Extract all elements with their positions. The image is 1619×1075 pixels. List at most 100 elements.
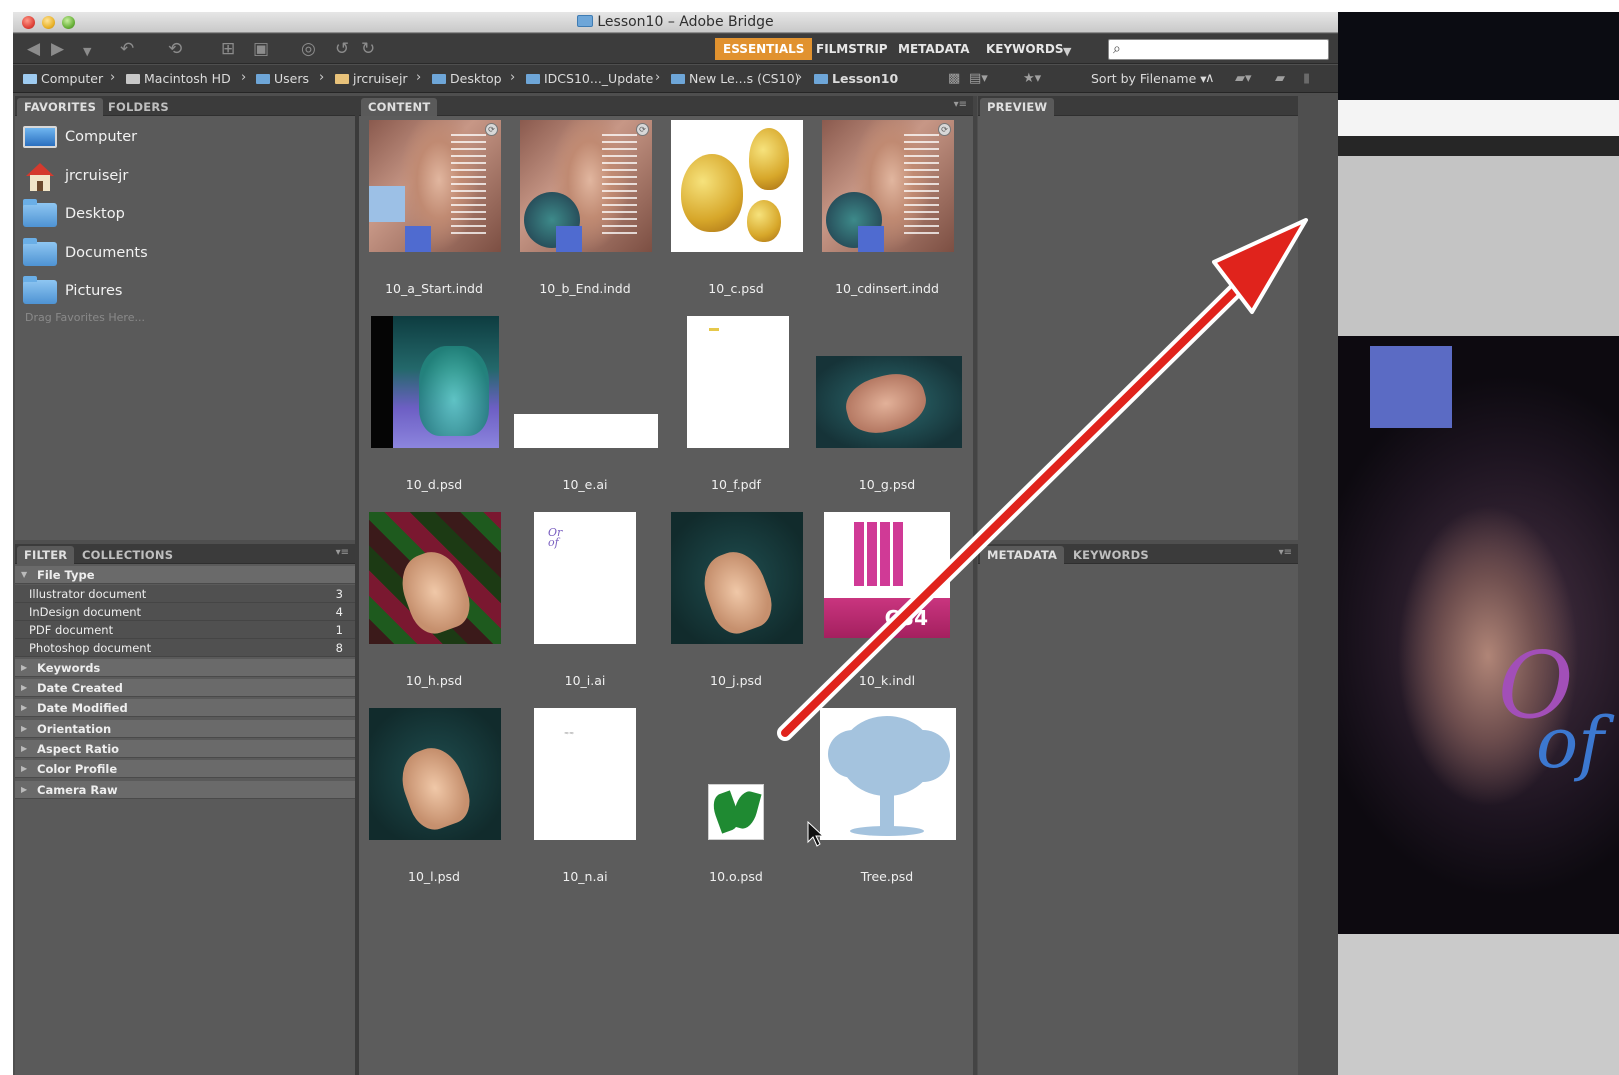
rotate-right-icon[interactable]: ↻ xyxy=(361,39,375,59)
workspace-keywords[interactable]: KEYWORDS xyxy=(978,38,1071,60)
metadata-panel-tabs: METADATA KEYWORDS ▾≡ xyxy=(978,544,1298,564)
filter-item[interactable]: Illustrator document 3 xyxy=(15,585,355,603)
file-thumbnail[interactable]: 10_f.pdf xyxy=(661,312,811,508)
workspace-filmstrip[interactable]: FILMSTRIP xyxy=(808,38,896,60)
panel-menu-icon[interactable]: ▾≡ xyxy=(1279,547,1292,558)
filter-section-orientation[interactable]: ▶ Orientation xyxy=(15,720,355,738)
filter-panel: FILTER COLLECTIONS ▾≡ ▼ File Type Illust… xyxy=(15,544,355,1075)
file-thumbnail[interactable]: ⟳ 10_cdinsert.indd xyxy=(812,116,962,312)
file-name: 10_b_End.indd xyxy=(539,281,631,296)
view-options-icon[interactable]: ▤▾ xyxy=(969,71,988,86)
filter-section-date-created[interactable]: ▶ Date Created xyxy=(15,679,355,697)
favorite-documents[interactable]: Documents xyxy=(23,236,343,272)
new-folder-icon[interactable]: ▰ xyxy=(1275,71,1285,86)
favorite-home[interactable]: jrcruisejr xyxy=(23,159,343,195)
search-box[interactable]: ⌕ xyxy=(1108,39,1329,60)
refine-icon[interactable]: ▣ xyxy=(253,39,269,59)
favorite-computer[interactable]: Computer xyxy=(23,120,343,156)
thumbnail-quality-icon[interactable]: ▩ xyxy=(948,71,960,86)
document-pasteboard-bottom xyxy=(1338,934,1619,1075)
breadcrumb-users[interactable]: Users xyxy=(256,71,309,86)
tab-metadata[interactable]: METADATA xyxy=(980,546,1065,564)
panel-menu-icon[interactable]: ▾≡ xyxy=(954,99,967,110)
file-thumbnail[interactable]: 10_h.psd xyxy=(359,508,509,704)
rotate-icon[interactable]: ⟲ xyxy=(168,39,182,59)
thumbnail-image: CS4 xyxy=(824,512,950,638)
filter-section-color-profile[interactable]: ▶ Color Profile xyxy=(15,760,355,778)
file-thumbnail[interactable]: 10_e.ai xyxy=(510,312,660,508)
breadcrumb-jrcruisejr[interactable]: jrcruisejr xyxy=(335,71,408,86)
file-thumbnail[interactable]: 10_c.psd xyxy=(661,116,811,312)
filter-item[interactable]: PDF document 1 xyxy=(15,621,355,639)
folder-icon xyxy=(671,74,685,84)
file-thumbnail[interactable]: O​r of 10_i.ai xyxy=(510,508,660,704)
file-thumbnail[interactable]: ⟳ 10_b_End.indd xyxy=(510,116,660,312)
tab-favorites[interactable]: FAVORITES xyxy=(17,98,104,116)
panel-menu-icon[interactable]: ▾≡ xyxy=(336,547,349,558)
breadcrumb-macintosh-hd[interactable]: Macintosh HD xyxy=(126,71,231,86)
star-filter-icon[interactable]: ★▾ xyxy=(1023,71,1041,86)
filter-section-date-modified[interactable]: ▶ Date Modified xyxy=(15,699,355,717)
thumbnail-image xyxy=(671,120,803,252)
filter-section-aspect-ratio[interactable]: ▶ Aspect Ratio xyxy=(15,740,355,758)
workspace-metadata[interactable]: METADATA xyxy=(890,38,978,60)
file-name: 10_n.ai xyxy=(562,869,608,884)
preview-panel-tabs: PREVIEW xyxy=(978,96,1298,116)
folder-icon xyxy=(23,276,57,304)
tab-folders[interactable]: FOLDERS xyxy=(101,98,176,116)
tab-collections[interactable]: COLLECTIONS xyxy=(75,546,180,564)
thumbnail-image xyxy=(816,356,962,448)
trash-icon[interactable]: ▮ xyxy=(1303,71,1310,86)
search-input[interactable] xyxy=(1131,41,1323,58)
breadcrumb-new-lessons[interactable]: New Le...s (CS10) xyxy=(671,71,799,86)
favorite-label: jrcruisejr xyxy=(65,168,129,184)
open-recent-icon[interactable]: ◎ xyxy=(301,39,316,59)
workspace-dropdown-icon[interactable]: ▼ xyxy=(1063,42,1071,62)
folder-icon xyxy=(23,199,57,227)
file-thumbnail[interactable]: 10_d.psd xyxy=(359,312,509,508)
sort-ascending-icon[interactable]: ∧ xyxy=(1205,71,1215,86)
file-thumbnail[interactable]: CS4 10_k.indl xyxy=(812,508,962,704)
tab-content[interactable]: CONTENT xyxy=(361,98,438,116)
favorite-pictures[interactable]: Pictures xyxy=(23,274,343,310)
favorite-desktop[interactable]: Desktop xyxy=(23,197,343,233)
tab-keywords[interactable]: KEYWORDS xyxy=(1066,546,1156,564)
breadcrumb-desktop[interactable]: Desktop xyxy=(432,71,502,86)
path-bar: Computer › Macintosh HD › Users › jrcrui… xyxy=(13,65,1338,93)
chevron-right-icon: › xyxy=(241,70,247,85)
file-thumbnail[interactable]: 10_j.psd xyxy=(661,508,811,704)
tab-filter[interactable]: FILTER xyxy=(17,546,75,564)
breadcrumb-idcs10-update[interactable]: IDCS10..._Update xyxy=(526,71,653,86)
breadcrumb-lesson10[interactable]: Lesson10 xyxy=(814,71,898,86)
filter-item[interactable]: InDesign document 4 xyxy=(15,603,355,621)
recent-dropdown-icon[interactable]: ▼ xyxy=(83,42,91,62)
file-name: 10.o.psd xyxy=(709,869,763,884)
filter-section-keywords[interactable]: ▶ Keywords xyxy=(15,659,355,677)
file-thumbnail[interactable]: 10_g.psd xyxy=(812,312,962,508)
panel-splitter[interactable] xyxy=(973,96,977,1075)
filter-section-camera-raw[interactable]: ▶ Camera Raw xyxy=(15,781,355,799)
rotate-left-icon[interactable]: ↺ xyxy=(335,39,349,59)
workspace-essentials[interactable]: ESSENTIALS xyxy=(715,38,813,60)
folder-icon xyxy=(23,238,57,266)
camera-import-icon[interactable]: ⊞ xyxy=(221,39,235,59)
back-arrow-icon[interactable]: ◀ xyxy=(27,39,40,59)
open-recent-folder-icon[interactable]: ▰▾ xyxy=(1235,71,1252,86)
chevron-right-icon: › xyxy=(655,70,661,85)
file-thumbnail[interactable]: ≈≈ 10_n.ai xyxy=(510,704,660,900)
file-thumbnail[interactable]: ⟳ 10_a_Start.indd xyxy=(359,116,509,312)
filter-item[interactable]: Photoshop document 8 xyxy=(15,639,355,657)
file-thumbnail[interactable]: Tree.psd xyxy=(812,704,962,900)
file-thumbnail[interactable]: 10_l.psd xyxy=(359,704,509,900)
folder-icon xyxy=(526,74,540,84)
filter-file-type-header[interactable]: ▼ File Type xyxy=(15,566,355,584)
file-name: 10_k.indl xyxy=(858,673,916,688)
bridge-window: Lesson10 – Adobe Bridge ◀ ▶ ▼ ↶ ⟲ ⊞ ▣ ◎ … xyxy=(13,12,1338,1075)
forward-arrow-icon[interactable]: ▶ xyxy=(51,39,64,59)
file-name: 10_j.psd xyxy=(710,673,762,688)
tab-preview[interactable]: PREVIEW xyxy=(980,98,1055,116)
sort-by-dropdown[interactable]: Sort by Filename ▾ xyxy=(1091,71,1207,86)
boomerang-icon[interactable]: ↶ xyxy=(120,39,134,59)
file-thumbnail[interactable]: 10.o.psd xyxy=(661,704,811,900)
breadcrumb-computer[interactable]: Computer xyxy=(23,71,103,86)
